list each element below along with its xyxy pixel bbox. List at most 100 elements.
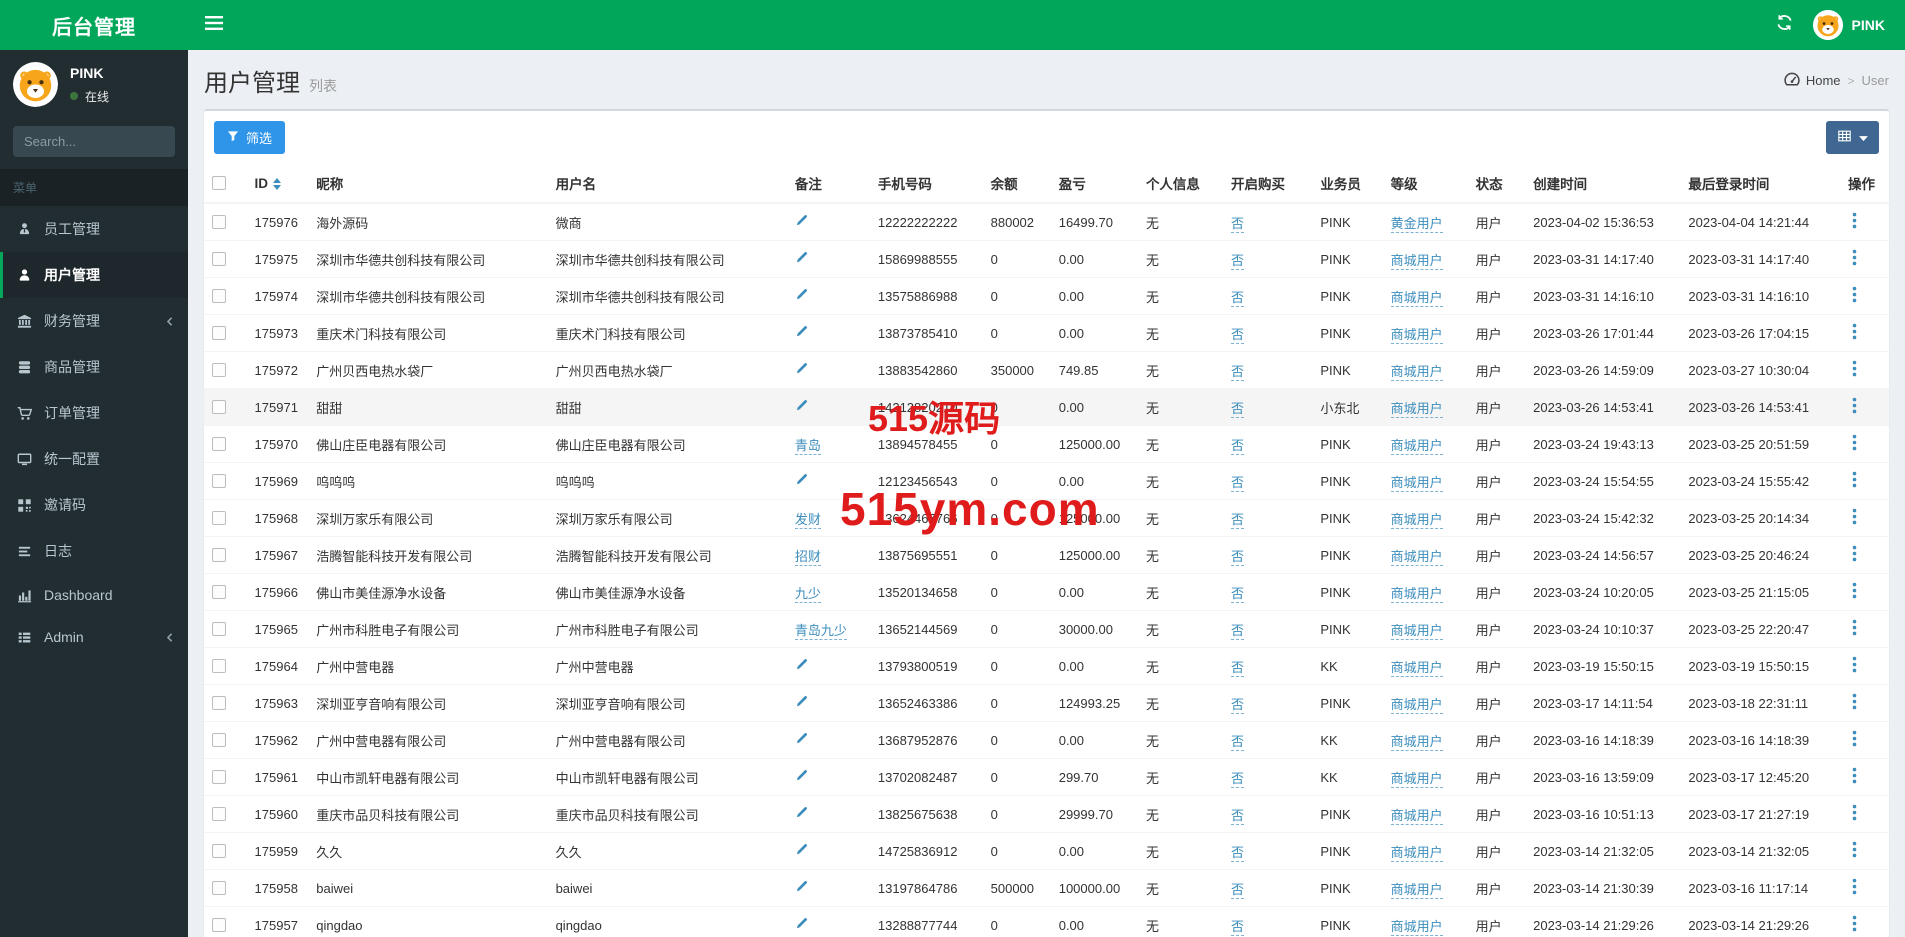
row-actions-dots-icon[interactable]	[1848, 286, 1861, 303]
purchase-toggle-link[interactable]: 否	[1231, 807, 1245, 825]
row-actions-dots-icon[interactable]	[1848, 508, 1861, 525]
level-link[interactable]: 黄金用户	[1390, 215, 1443, 233]
sidebar-item-finance[interactable]: 财务管理	[0, 298, 188, 344]
row-actions-dots-icon[interactable]	[1848, 878, 1861, 895]
row-checkbox[interactable]	[212, 733, 226, 747]
row-actions-dots-icon[interactable]	[1848, 619, 1861, 636]
row-checkbox[interactable]	[212, 548, 226, 562]
level-link[interactable]: 商城用户	[1390, 511, 1443, 529]
level-link[interactable]: 商城用户	[1390, 696, 1443, 714]
level-link[interactable]: 商城用户	[1390, 622, 1443, 640]
edit-remark-pencil-icon[interactable]	[795, 214, 808, 227]
row-actions-dots-icon[interactable]	[1848, 360, 1861, 377]
column-header-id[interactable]: ID	[246, 164, 309, 204]
edit-remark-pencil-icon[interactable]	[795, 806, 808, 819]
row-checkbox[interactable]	[212, 622, 226, 636]
sidebar-item-orders[interactable]: 订单管理	[0, 390, 188, 436]
edit-remark-pencil-icon[interactable]	[795, 843, 808, 856]
sidebar-item-users[interactable]: 用户管理	[0, 252, 188, 298]
row-actions-dots-icon[interactable]	[1848, 841, 1861, 858]
purchase-toggle-link[interactable]: 否	[1231, 918, 1245, 936]
purchase-toggle-link[interactable]: 否	[1231, 400, 1245, 418]
purchase-toggle-link[interactable]: 否	[1231, 881, 1245, 899]
remark-link[interactable]: 发财	[794, 511, 821, 529]
row-checkbox[interactable]	[212, 770, 226, 784]
sidebar-item-logs[interactable]: 日志	[0, 528, 188, 574]
filter-button[interactable]: 筛选	[214, 121, 286, 154]
remark-link[interactable]: 青岛九少	[794, 622, 847, 640]
level-link[interactable]: 商城用户	[1390, 844, 1443, 862]
purchase-toggle-link[interactable]: 否	[1231, 363, 1245, 381]
level-link[interactable]: 商城用户	[1390, 326, 1443, 344]
edit-remark-pencil-icon[interactable]	[795, 658, 808, 671]
purchase-toggle-link[interactable]: 否	[1231, 659, 1245, 677]
row-checkbox[interactable]	[212, 511, 226, 525]
purchase-toggle-link[interactable]: 否	[1231, 437, 1245, 455]
sidebar-item-invite[interactable]: 邀请码	[0, 482, 188, 528]
row-actions-dots-icon[interactable]	[1848, 804, 1861, 821]
level-link[interactable]: 商城用户	[1390, 400, 1443, 418]
edit-remark-pencil-icon[interactable]	[795, 695, 808, 708]
purchase-toggle-link[interactable]: 否	[1231, 844, 1245, 862]
row-actions-dots-icon[interactable]	[1848, 249, 1861, 266]
purchase-toggle-link[interactable]: 否	[1231, 326, 1245, 344]
row-actions-dots-icon[interactable]	[1848, 656, 1861, 673]
sidebar-item-dashboard[interactable]: Dashboard	[0, 574, 188, 616]
row-checkbox[interactable]	[212, 326, 226, 340]
row-actions-dots-icon[interactable]	[1848, 693, 1861, 710]
remark-link[interactable]: 青岛	[794, 437, 821, 455]
purchase-toggle-link[interactable]: 否	[1231, 622, 1245, 640]
level-link[interactable]: 商城用户	[1390, 548, 1443, 566]
edit-remark-pencil-icon[interactable]	[795, 325, 808, 338]
row-actions-dots-icon[interactable]	[1848, 545, 1861, 562]
column-settings-button[interactable]	[1826, 121, 1879, 154]
purchase-toggle-link[interactable]: 否	[1231, 511, 1245, 529]
purchase-toggle-link[interactable]: 否	[1231, 289, 1245, 307]
row-checkbox[interactable]	[212, 881, 226, 895]
edit-remark-pencil-icon[interactable]	[795, 362, 808, 375]
purchase-toggle-link[interactable]: 否	[1231, 733, 1245, 751]
row-checkbox[interactable]	[212, 807, 226, 821]
row-checkbox[interactable]	[212, 252, 226, 266]
level-link[interactable]: 商城用户	[1390, 363, 1443, 381]
sidebar-toggle-button[interactable]	[188, 0, 240, 50]
row-actions-dots-icon[interactable]	[1848, 767, 1861, 784]
edit-remark-pencil-icon[interactable]	[795, 399, 808, 412]
edit-remark-pencil-icon[interactable]	[795, 473, 808, 486]
row-checkbox[interactable]	[212, 289, 226, 303]
purchase-toggle-link[interactable]: 否	[1231, 474, 1245, 492]
row-actions-dots-icon[interactable]	[1848, 582, 1861, 599]
level-link[interactable]: 商城用户	[1390, 437, 1443, 455]
row-actions-dots-icon[interactable]	[1848, 397, 1861, 414]
refresh-button[interactable]	[1776, 14, 1793, 36]
row-actions-dots-icon[interactable]	[1848, 471, 1861, 488]
row-checkbox[interactable]	[212, 363, 226, 377]
level-link[interactable]: 商城用户	[1390, 289, 1443, 307]
row-checkbox[interactable]	[212, 844, 226, 858]
level-link[interactable]: 商城用户	[1390, 585, 1443, 603]
row-actions-dots-icon[interactable]	[1848, 915, 1861, 932]
breadcrumb-home-link[interactable]: Home	[1784, 72, 1841, 89]
purchase-toggle-link[interactable]: 否	[1231, 252, 1245, 270]
edit-remark-pencil-icon[interactable]	[795, 288, 808, 301]
row-checkbox[interactable]	[212, 474, 226, 488]
row-checkbox[interactable]	[212, 918, 226, 932]
level-link[interactable]: 商城用户	[1390, 807, 1443, 825]
row-checkbox[interactable]	[212, 659, 226, 673]
purchase-toggle-link[interactable]: 否	[1231, 696, 1245, 714]
row-checkbox[interactable]	[212, 400, 226, 414]
search-input[interactable]	[13, 126, 175, 157]
purchase-toggle-link[interactable]: 否	[1231, 215, 1245, 233]
level-link[interactable]: 商城用户	[1390, 770, 1443, 788]
row-actions-dots-icon[interactable]	[1848, 323, 1861, 340]
level-link[interactable]: 商城用户	[1390, 881, 1443, 899]
remark-link[interactable]: 九少	[794, 585, 821, 603]
user-menu[interactable]: PINK	[1812, 10, 1885, 40]
purchase-toggle-link[interactable]: 否	[1231, 548, 1245, 566]
level-link[interactable]: 商城用户	[1390, 252, 1443, 270]
purchase-toggle-link[interactable]: 否	[1231, 770, 1245, 788]
row-actions-dots-icon[interactable]	[1848, 730, 1861, 747]
edit-remark-pencil-icon[interactable]	[795, 769, 808, 782]
sidebar-item-staff[interactable]: 员工管理	[0, 206, 188, 252]
level-link[interactable]: 商城用户	[1390, 733, 1443, 751]
